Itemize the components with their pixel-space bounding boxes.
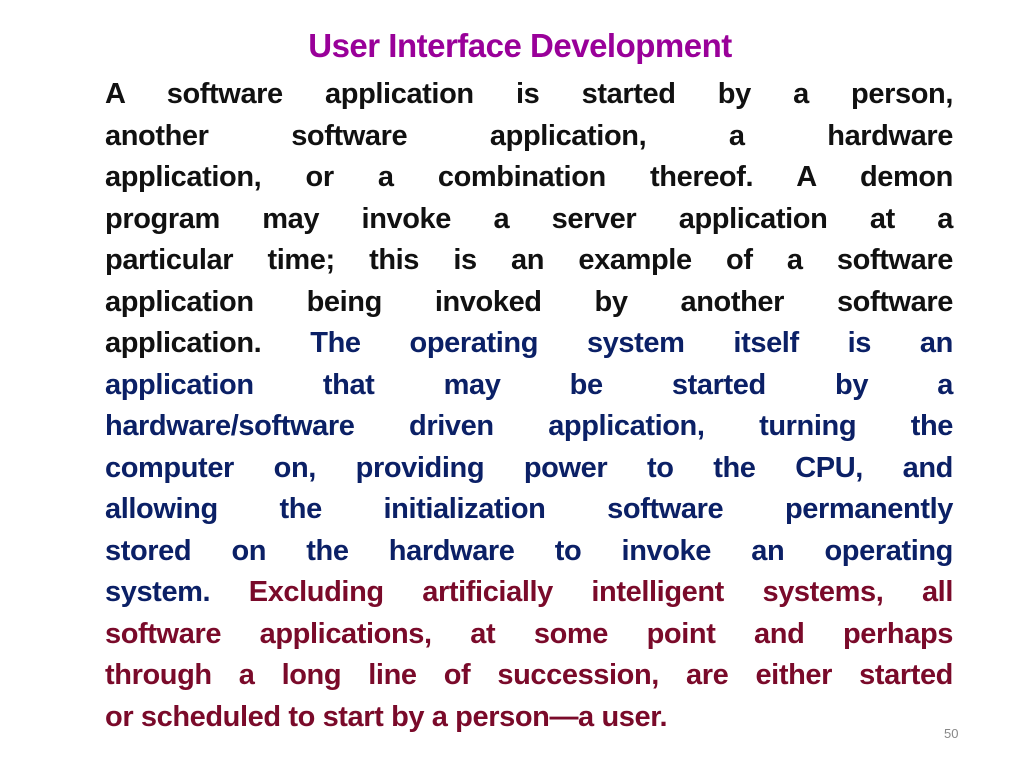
text-segment: or scheduled to start by a person—a user… [105,700,668,733]
text-segment: A software application is started by a p… [105,78,953,110]
body-line: application being invoked by another sof… [105,282,953,324]
body-line: A software application is started by a p… [105,74,953,116]
body-line: allowing the initialization software per… [105,489,953,531]
page-number: 50 [944,726,959,741]
text-segment: application that may be started by a [105,368,953,401]
body-line: hardware/software driven application, tu… [105,406,953,448]
text-segment: allowing the initialization software per… [105,493,953,525]
text-segment: computer on, providing power to the CPU,… [105,451,953,484]
text-segment: through a long line of succession, are e… [105,659,953,691]
text-segment: hardware/software driven application, tu… [105,410,953,442]
slide-title: User Interface Development [308,27,732,64]
body-line: program may invoke a server application … [105,199,953,241]
text-segment: application being invoked by another sof… [105,285,953,318]
text-segment: stored on the hardware to invoke an oper… [105,534,953,567]
text-segment: The operating system itself is an [310,327,953,359]
body-line: application that may be started by a [105,365,953,407]
body-line: application, or a combination thereof. A… [105,157,953,199]
text-segment: system. [105,576,249,608]
text-segment: application. [105,327,311,359]
text-segment: particular time; this is an example of a… [105,244,953,276]
slide-body: A software application is started by a p… [105,74,953,738]
text-segment: Excluding artificially intelligent syste… [248,576,954,608]
body-line: system. Excluding artificially intellige… [105,572,953,614]
text-segment: software applications, at some point and… [105,617,953,650]
text-segment: program may invoke a server application … [105,202,953,235]
body-line: stored on the hardware to invoke an oper… [105,531,953,573]
body-line: software applications, at some point and… [105,614,953,656]
body-line: particular time; this is an example of a… [105,240,953,282]
body-line: another software application, a hardware [105,116,953,158]
text-segment: application, or a combination thereof. A… [105,161,953,193]
body-line: or scheduled to start by a person—a user… [105,697,953,739]
body-line: application. The operating system itself… [105,323,953,365]
text-segment: another software application, a hardware [105,119,953,152]
body-line: through a long line of succession, are e… [105,655,953,697]
body-line: computer on, providing power to the CPU,… [105,448,953,490]
